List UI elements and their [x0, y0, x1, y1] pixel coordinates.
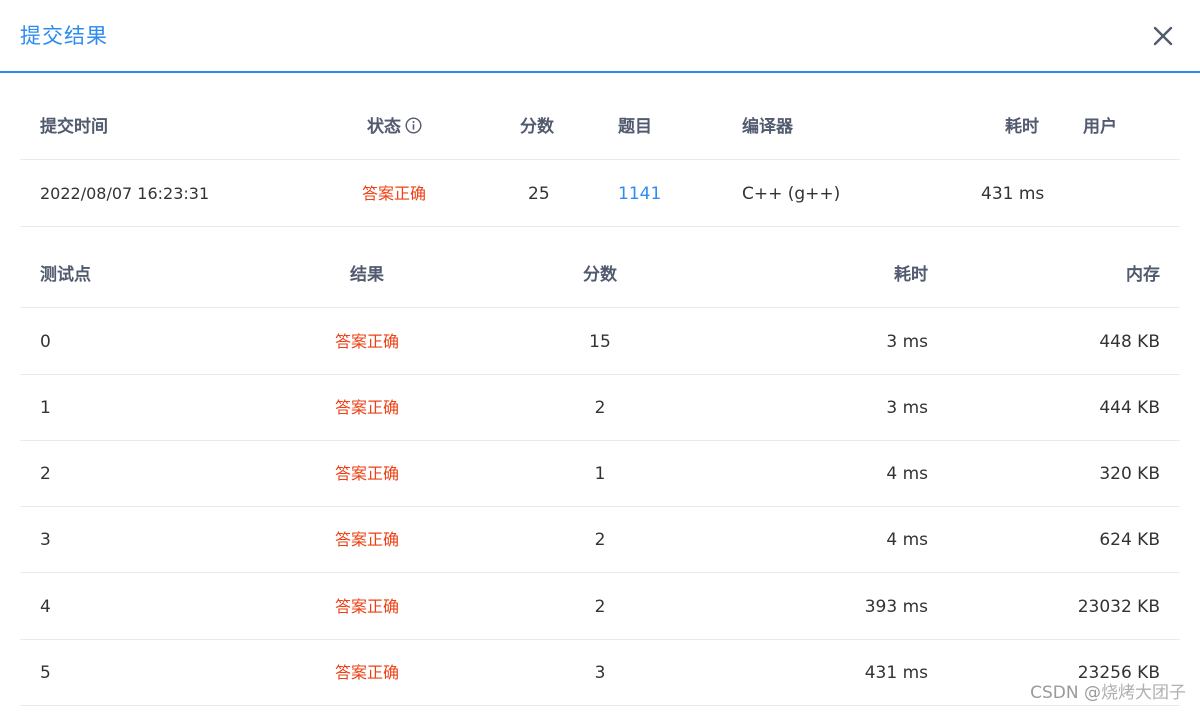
header-status-label: 状态: [367, 117, 401, 137]
divider: [20, 226, 1180, 227]
info-icon[interactable]: [405, 117, 422, 134]
submission-score: 25: [528, 184, 550, 204]
header-tc-score: 分数: [583, 265, 617, 285]
header-time-cost: 耗时: [1005, 117, 1039, 137]
testcase-time: 3 ms: [886, 332, 928, 352]
testcase-memory: 23032 KB: [1077, 597, 1160, 617]
testcase-id: 5: [40, 663, 51, 683]
testcase-result: 答案正确: [334, 332, 399, 351]
testcase-score: 2: [594, 597, 606, 617]
testcase-score: 1: [594, 464, 606, 484]
dialog-title: 提交结果: [20, 24, 108, 48]
testcase-result: 答案正确: [334, 597, 399, 616]
header-result: 结果: [350, 265, 384, 285]
submission-time: 2022/08/07 16:23:31: [40, 184, 210, 203]
testcase-memory: 320 KB: [1099, 464, 1160, 484]
testcase-time: 393 ms: [864, 597, 928, 617]
testcase-memory: 444 KB: [1099, 398, 1160, 418]
testcase-score: 15: [589, 332, 611, 352]
divider: [20, 307, 1180, 308]
header-score: 分数: [520, 117, 554, 137]
testcase-score: 2: [594, 398, 606, 418]
header-user: 用户: [1083, 117, 1117, 137]
testcase-time: 431 ms: [864, 663, 928, 683]
close-icon[interactable]: [1148, 21, 1178, 51]
divider: [20, 506, 1180, 507]
testcase-score: 3: [594, 663, 606, 683]
submission-status: 答案正确: [362, 184, 427, 203]
header-submit-time: 提交时间: [40, 117, 108, 137]
header-status: 状态: [367, 115, 422, 139]
testcase-id: 1: [40, 398, 51, 418]
submission-time-cost: 431 ms: [981, 184, 1045, 204]
testcase-memory: 624 KB: [1099, 530, 1160, 550]
header-tc-time: 耗时: [894, 265, 928, 285]
divider: [20, 440, 1180, 441]
divider: [20, 572, 1180, 573]
divider: [20, 705, 1180, 706]
watermark-author: 烧烤大团子: [1101, 683, 1186, 703]
testcase-result: 答案正确: [334, 398, 399, 417]
problem-link[interactable]: 1141: [618, 182, 661, 206]
header-compiler: 编译器: [742, 117, 793, 137]
testcase-id: 3: [40, 530, 51, 550]
divider: [20, 639, 1180, 640]
submission-result-dialog: 提交结果 提交时间 状态 分数 题目 编译器 耗时 用户 2022/08/07 …: [0, 0, 1200, 713]
testcase-id: 2: [40, 464, 51, 484]
header-problem: 题目: [618, 117, 652, 137]
testcase-result: 答案正确: [334, 530, 399, 549]
header-testcase: 测试点: [40, 265, 91, 285]
header-tc-memory: 内存: [1126, 265, 1160, 285]
testcase-score: 2: [594, 530, 606, 550]
watermark-source: CSDN @: [1030, 683, 1101, 703]
dialog-header: 提交结果: [0, 0, 1200, 73]
testcase-time: 4 ms: [886, 530, 928, 550]
submission-compiler: C++ (g++): [742, 184, 841, 204]
testcase-memory: 448 KB: [1099, 332, 1160, 352]
testcase-result: 答案正确: [334, 464, 399, 483]
testcase-time: 3 ms: [886, 398, 928, 418]
testcase-time: 4 ms: [886, 464, 928, 484]
divider: [20, 374, 1180, 375]
watermark: CSDN @烧烤大团子: [1030, 681, 1186, 705]
testcase-id: 4: [40, 597, 51, 617]
divider: [20, 159, 1180, 160]
testcase-result: 答案正确: [334, 663, 399, 682]
testcase-id: 0: [40, 332, 51, 352]
